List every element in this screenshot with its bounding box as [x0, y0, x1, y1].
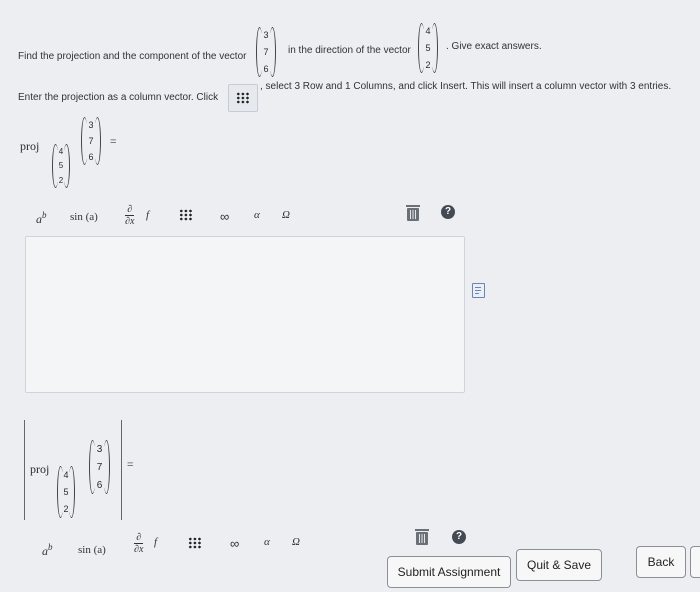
- equals-sign: =: [127, 459, 134, 471]
- vector-entry: 4: [63, 469, 69, 480]
- matrix-button[interactable]: [228, 84, 258, 112]
- help-icon[interactable]: ?: [452, 530, 466, 544]
- partial-derivative-button[interactable]: ∂ ∂x: [134, 532, 144, 555]
- partial-f: f: [146, 209, 150, 221]
- cursor-line: [24, 420, 25, 520]
- question-text-part2: in the direction of the vector: [288, 45, 411, 56]
- answer-input-area[interactable]: [25, 236, 465, 393]
- submit-assignment-button[interactable]: Submit Assignment: [387, 556, 511, 588]
- back-button[interactable]: Back: [636, 546, 686, 578]
- vector-entry: 7: [96, 461, 103, 473]
- matrix-icon[interactable]: [188, 537, 202, 549]
- partial-top: ∂: [136, 532, 142, 543]
- proj-label: proj: [20, 139, 40, 153]
- proj-label: proj: [30, 462, 50, 476]
- trash-icon[interactable]: [406, 205, 420, 221]
- vector-entry: 7: [88, 136, 94, 146]
- vector-v: 4 5 2: [418, 23, 438, 73]
- vector-entry: 3: [96, 443, 103, 455]
- vector-v-entry: 5: [425, 42, 431, 53]
- help-icon[interactable]: ?: [441, 205, 455, 219]
- power-button[interactable]: ab: [42, 542, 53, 559]
- partial-bottom: ∂x: [134, 543, 144, 555]
- vector-entry: 2: [58, 176, 64, 186]
- equals-sign: =: [110, 136, 117, 148]
- proj-subscript-vector: 4 5 2: [52, 144, 70, 188]
- partial-bottom: ∂x: [125, 215, 135, 227]
- instruction-text-part2: , select 3 Row and 1 Columns, and click …: [260, 81, 672, 92]
- sin-button[interactable]: sin (a): [78, 544, 106, 556]
- vector-v-entry: 2: [425, 59, 431, 70]
- infinity-button[interactable]: ∞: [220, 209, 229, 224]
- instruction-text-part1: Enter the projection as a column vector.…: [18, 92, 219, 103]
- cursor-line: [121, 420, 122, 520]
- vector-entry: 5: [63, 486, 69, 497]
- omega-button[interactable]: Ω: [292, 536, 300, 548]
- alpha-button[interactable]: α: [254, 209, 260, 221]
- vector-entry: 4: [58, 146, 64, 156]
- vector-u: 3 7 6: [256, 27, 276, 77]
- partial-top: ∂: [127, 204, 133, 215]
- vector-entry: 5: [58, 161, 64, 171]
- trash-icon[interactable]: [415, 529, 429, 545]
- quit-save-button[interactable]: Quit & Save: [516, 549, 602, 581]
- matrix-icon[interactable]: [179, 209, 193, 221]
- vector-u-entry: 3: [263, 30, 269, 41]
- partial-derivative-button[interactable]: ∂ ∂x: [125, 204, 135, 227]
- next-button-partial[interactable]: [690, 546, 700, 578]
- question-text-part3: . Give exact answers.: [446, 41, 542, 52]
- vector-entry: 6: [96, 479, 103, 491]
- question-text-part1: Find the projection and the component of…: [18, 51, 247, 62]
- vector-v-entry: 4: [425, 26, 431, 37]
- proj-subscript-vector: 4 5 2: [57, 466, 75, 518]
- math-toolbar: ab sin (a) ∂ ∂x f ∞ α Ω ?: [22, 196, 466, 234]
- vector-entry: 6: [88, 152, 94, 162]
- vector-u-entry: 7: [263, 46, 269, 57]
- vector-u-entry: 6: [263, 63, 269, 74]
- alpha-button[interactable]: α: [264, 536, 270, 548]
- proj-vector: 3 7 6: [89, 440, 110, 494]
- partial-f: f: [154, 536, 158, 548]
- power-exponent: b: [48, 542, 53, 552]
- preview-icon[interactable]: [472, 283, 485, 298]
- vector-entry: 2: [63, 504, 69, 515]
- power-button[interactable]: ab: [36, 210, 47, 227]
- matrix-icon: [236, 92, 250, 104]
- omega-button[interactable]: Ω: [282, 209, 290, 221]
- vector-entry: 3: [88, 120, 94, 130]
- infinity-button[interactable]: ∞: [230, 536, 239, 551]
- power-exponent: b: [42, 210, 47, 220]
- sin-button[interactable]: sin (a): [70, 211, 98, 223]
- proj-vector: 3 7 6: [81, 117, 101, 165]
